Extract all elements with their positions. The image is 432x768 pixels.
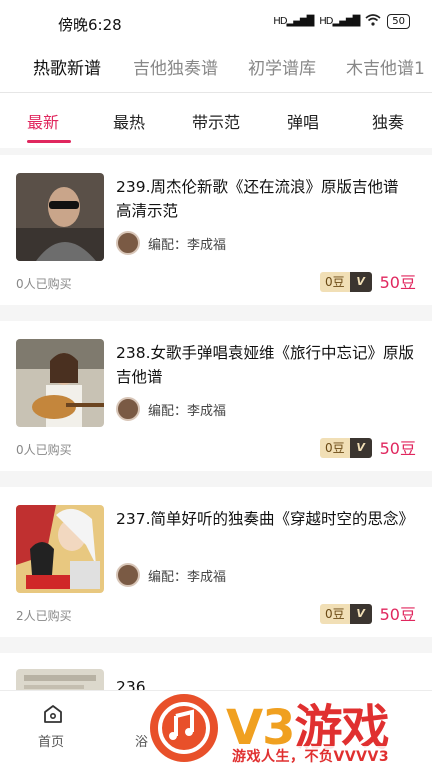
thumbnail-image	[16, 173, 104, 261]
vip-price: 0豆	[320, 438, 350, 458]
top-tabs: 热歌新谱 吉他独奏谱 初学谱库 木吉他谱1	[0, 46, 432, 92]
signal-icon-2: HD▂▄▆█	[319, 16, 360, 27]
sub-tab-newest[interactable]: 最新	[27, 109, 59, 133]
avatar	[116, 397, 140, 421]
watermark-logo	[146, 690, 222, 766]
score-card[interactable]: 237.简单好听的独奏曲《穿越时空的思念》 编配：李成福 2人已购买 0豆 V …	[0, 487, 432, 637]
sub-tab-with-demo[interactable]: 带示范	[192, 109, 240, 133]
sold-count: 0人已购买	[16, 277, 72, 291]
top-tab-hot[interactable]: 热歌新谱	[33, 54, 101, 79]
sub-tab-hottest[interactable]: 最热	[113, 109, 145, 133]
vip-icon: V	[349, 272, 372, 292]
score-card[interactable]: 238.女歌手弹唱袁娅维《旅行中忘记》原版吉他谱 编配：李成福 0人已购买 0豆…	[0, 321, 432, 471]
watermark-tagline: 游戏人生，不负VVVV3	[232, 746, 390, 766]
top-tab-acoustic[interactable]: 木吉他谱1	[346, 54, 425, 79]
price: 50豆	[379, 605, 416, 624]
status-bar: 傍晚6:28 HD▂▄▆█ HD▂▄▆█ 50	[0, 0, 432, 46]
card-title: 239.周杰伦新歌《还在流浪》原版吉他谱 高清示范	[116, 178, 399, 220]
avatar	[116, 231, 140, 255]
status-time: 傍晚6:28	[58, 16, 122, 34]
score-card[interactable]: 239.周杰伦新歌《还在流浪》原版吉他谱 高清示范 编配：李成福 0人已购买 0…	[0, 155, 432, 305]
vip-icon: V	[349, 438, 372, 458]
thumbnail-image	[16, 339, 104, 427]
top-tab-beginner[interactable]: 初学谱库	[248, 54, 316, 79]
author-row: 编配：李成福	[116, 563, 226, 587]
card-title: 238.女歌手弹唱袁娅维《旅行中忘记》原版吉他谱	[116, 344, 415, 386]
sub-tab-solo[interactable]: 独奏	[372, 109, 404, 133]
author-label: 编配：李成福	[148, 569, 227, 585]
vip-price: 0豆	[320, 272, 350, 292]
vip-price-badge: 0豆 V	[320, 604, 372, 624]
top-tab-guitar-solo[interactable]: 吉他独奏谱	[133, 54, 218, 79]
price: 50豆	[379, 439, 416, 458]
thumbnail-image	[16, 505, 104, 593]
card-title: 237.简单好听的独奏曲《穿越时空的思念》	[116, 510, 415, 528]
signal-icon: HD▂▄▆█	[273, 16, 314, 27]
sub-tab-sing-play[interactable]: 弹唱	[287, 109, 319, 133]
sub-tabs: 最新 最热 带示范 弹唱 独奏	[0, 93, 432, 148]
home-icon[interactable]	[42, 703, 64, 729]
price: 50豆	[379, 273, 416, 292]
author-label: 编配：李成福	[148, 403, 227, 419]
author-label: 编配：李成福	[148, 237, 227, 253]
vip-price-badge: 0豆 V	[320, 438, 372, 458]
sold-count: 2人已购买	[16, 609, 72, 623]
nav-home-label[interactable]: 首页	[38, 731, 64, 750]
battery-icon: 50	[387, 14, 410, 29]
active-tab-indicator	[27, 140, 71, 143]
vip-icon: V	[349, 604, 372, 624]
vip-price-badge: 0豆 V	[320, 272, 372, 292]
author-row: 编配：李成福	[116, 231, 226, 255]
status-icons: HD▂▄▆█ HD▂▄▆█ 50	[273, 14, 410, 29]
vip-price: 0豆	[320, 604, 350, 624]
sold-count: 0人已购买	[16, 443, 72, 457]
wifi-icon	[365, 14, 381, 29]
avatar	[116, 563, 140, 587]
author-row: 编配：李成福	[116, 397, 226, 421]
